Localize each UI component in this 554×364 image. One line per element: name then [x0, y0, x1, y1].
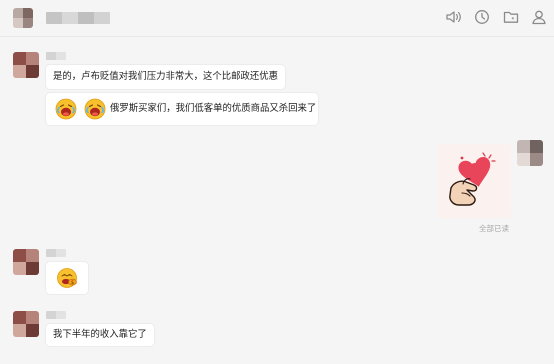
contact-name-blurred — [46, 12, 110, 24]
message-bubble[interactable]: 是的，卢布贬值对我们压力非常大，这个比邮政还优惠 — [46, 65, 286, 89]
svg-text:$: $ — [71, 280, 74, 286]
sender-avatar[interactable] — [13, 249, 39, 275]
message-bubble[interactable]: 俄罗斯买家们，我们低客单的优质商品又杀回来了 — [46, 93, 318, 125]
contact-avatar[interactable] — [13, 8, 33, 28]
greedy-money-emoji-icon: $ — [56, 267, 78, 289]
laughing-crying-emoji-icon — [55, 98, 77, 120]
chat-header — [0, 0, 554, 37]
sender-name-blurred — [46, 249, 66, 257]
message-bubble[interactable]: 我下半年的收入靠它了 — [46, 324, 154, 346]
sender-name-blurred — [46, 311, 66, 319]
sender-name-blurred — [46, 52, 66, 60]
message-text: 是的，卢布贬值对我们压力非常大，这个比邮政还优惠 — [53, 71, 279, 82]
message-text: 俄罗斯买家们，我们低客单的优质商品又杀回来了 — [110, 103, 317, 114]
sender-avatar[interactable] — [13, 311, 39, 337]
user-icon[interactable] — [530, 8, 548, 26]
folder-icon[interactable] — [502, 8, 520, 26]
laughing-crying-emoji-icon — [84, 98, 106, 120]
message-text: 我下半年的收入靠它了 — [53, 329, 147, 340]
history-icon[interactable] — [473, 8, 491, 26]
finger-heart-sticker-icon[interactable] — [437, 144, 511, 218]
my-avatar[interactable] — [517, 140, 543, 166]
message-bubble[interactable]: $ — [46, 262, 88, 294]
speaker-icon[interactable] — [444, 8, 462, 26]
read-status: 全部已读 — [479, 224, 509, 233]
sender-avatar[interactable] — [13, 52, 39, 78]
